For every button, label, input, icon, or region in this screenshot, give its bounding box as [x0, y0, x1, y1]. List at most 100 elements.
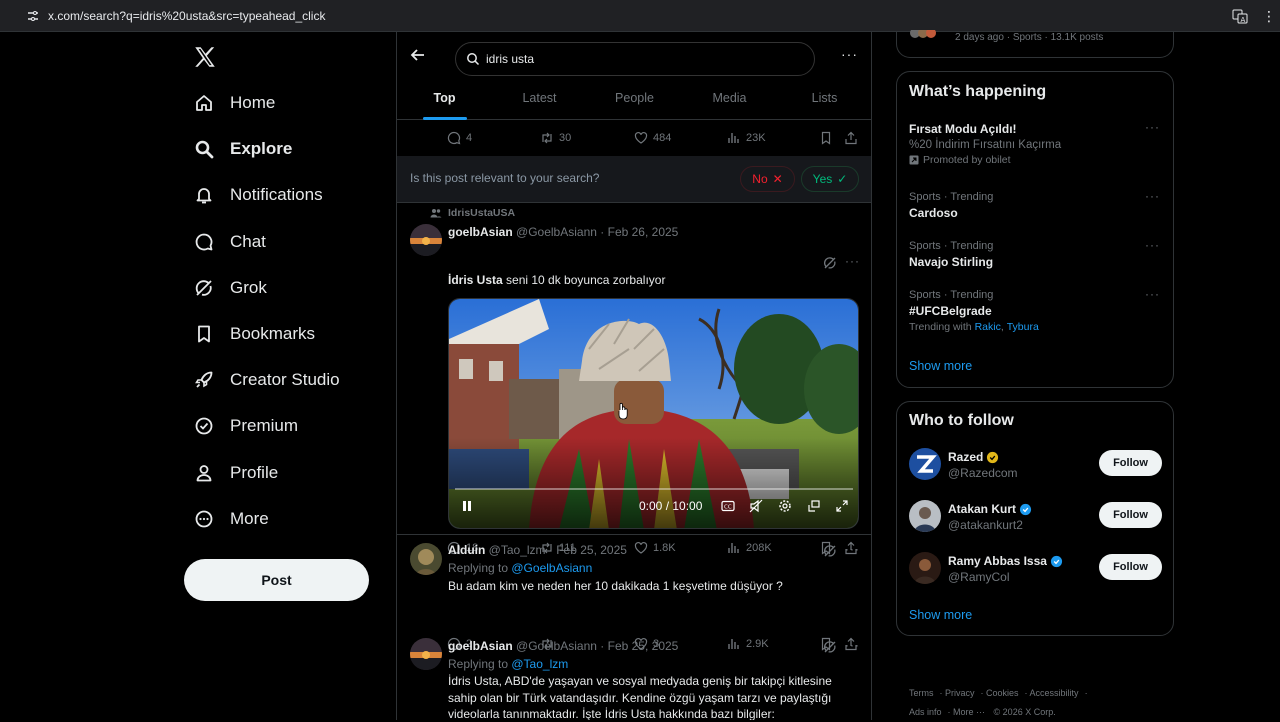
post-item[interactable]: IdrisUstaUSA goelbAsian @GoelbAsiann · F… — [397, 203, 871, 555]
site-settings-icon[interactable] — [26, 9, 40, 23]
author-name[interactable]: Alduin — [448, 543, 485, 557]
trending-with-link[interactable]: Tybura — [1007, 321, 1039, 333]
post-meta: Alduin @Tao_lzm · Feb 25, 2025 — [448, 543, 627, 557]
author-name[interactable]: goelbAsian — [448, 225, 513, 239]
post-item[interactable]: Alduin @Tao_lzm · Feb 25, 2025 ··· Reply… — [397, 535, 871, 651]
relevance-no-button[interactable]: No ✕ — [740, 166, 795, 192]
footer-link-cookies[interactable]: Cookies — [986, 688, 1019, 698]
nav-item-grok[interactable]: Grok — [184, 265, 384, 311]
author-handle[interactable]: @Tao_lzm — [489, 543, 546, 557]
footer-link-ads-info[interactable]: Ads info — [909, 707, 942, 717]
nav-item-premium[interactable]: Premium — [184, 403, 384, 449]
post-date[interactable]: · Feb 26, 2025 — [600, 225, 678, 239]
trend-more-icon[interactable]: ··· — [1145, 287, 1160, 301]
who-to-follow-panel: Who to follow Razed @Razedcom Follow Ata… — [896, 401, 1174, 636]
video-player[interactable]: 0:00 / 10:00 CC — [448, 298, 859, 529]
nav-item-bookmarks[interactable]: Bookmarks — [184, 311, 384, 357]
post-button[interactable]: Post — [184, 559, 369, 601]
pip-icon[interactable] — [807, 499, 821, 513]
author-name[interactable]: goelbAsian — [448, 639, 513, 653]
fullscreen-icon[interactable] — [835, 499, 849, 513]
trend-context: Sports · Trending — [909, 240, 994, 252]
mute-icon[interactable] — [749, 499, 763, 513]
grok-icon[interactable] — [823, 544, 837, 558]
grok-icon — [192, 276, 216, 300]
post-date[interactable]: · Feb 25, 2025 — [549, 543, 627, 557]
footer-link-more[interactable]: More ··· — [953, 707, 985, 717]
search-input[interactable] — [486, 52, 786, 66]
back-arrow-icon[interactable] — [409, 46, 427, 64]
relevance-yes-button[interactable]: Yes ✓ — [801, 166, 859, 192]
pause-icon[interactable] — [461, 500, 473, 512]
post-date[interactable]: · Feb 25, 2025 — [600, 639, 678, 653]
tab-media[interactable]: Media — [682, 82, 777, 120]
trend-more-icon[interactable]: ··· — [1145, 238, 1160, 252]
footer-link-accessibility[interactable]: Accessibility — [1030, 688, 1079, 698]
grok-icon[interactable] — [823, 640, 837, 654]
show-more-link[interactable]: Show more — [909, 608, 972, 622]
more-options-icon[interactable]: ··· — [841, 46, 858, 62]
post-context[interactable]: IdrisUstaUSA — [448, 207, 515, 219]
share-button[interactable] — [844, 131, 863, 145]
avatar[interactable] — [410, 543, 442, 575]
nav-item-home[interactable]: Home — [184, 80, 384, 126]
browser-menu-icon[interactable]: ⋮ — [1262, 8, 1276, 24]
nav-item-profile[interactable]: Profile — [184, 450, 384, 496]
replying-to-link[interactable]: @GoelbAsiann — [511, 561, 592, 575]
bookmark-button[interactable] — [819, 131, 838, 145]
trend-item[interactable]: Sports · Trending #UFCBelgrade Trending … — [909, 287, 1163, 333]
avatar[interactable] — [410, 638, 442, 670]
nav-item-more[interactable]: More — [184, 496, 384, 542]
show-more-link[interactable]: Show more — [909, 359, 972, 373]
post-more-icon[interactable]: ··· — [845, 638, 860, 652]
repost-button[interactable]: 30 — [540, 131, 571, 145]
trend-item[interactable]: Fırsat Modu Açıldı! %20 İndirim Fırsatın… — [909, 120, 1163, 166]
avatar[interactable] — [909, 500, 941, 532]
nav-item-creator-studio[interactable]: Creator Studio — [184, 357, 384, 403]
nav-item-chat[interactable]: Chat — [184, 219, 384, 265]
post-more-icon[interactable]: ··· — [845, 542, 860, 556]
grok-icon[interactable] — [823, 256, 837, 270]
author-handle[interactable]: @GoelbAsiann — [516, 639, 597, 653]
translate-icon[interactable]: A — [1232, 8, 1248, 24]
trend-item[interactable]: Sports · Trending Cardoso ··· — [909, 189, 1163, 220]
tab-top[interactable]: Top — [397, 82, 492, 120]
trend-card-cut: 2 days ago · Sports · 13.1K posts — [896, 30, 1174, 58]
trend-more-icon[interactable]: ··· — [1145, 189, 1160, 203]
follow-button[interactable]: Follow — [1099, 502, 1162, 528]
post-more-icon[interactable]: ··· — [845, 254, 860, 268]
relevance-question: Is this post relevant to your search? — [410, 171, 600, 185]
x-logo-icon[interactable] — [192, 44, 218, 70]
avatar[interactable] — [909, 552, 941, 584]
footer-link-privacy[interactable]: Privacy — [945, 688, 975, 698]
reply-button[interactable]: 4 — [447, 131, 472, 145]
tab-latest[interactable]: Latest — [492, 82, 587, 120]
follow-suggestion[interactable]: Razed @Razedcom Follow — [909, 448, 1163, 484]
author-handle[interactable]: @GoelbAsiann — [516, 225, 597, 239]
verified-blue-badge-icon — [1050, 555, 1063, 567]
follow-suggestion[interactable]: Atakan Kurt @atakankurt2 Follow — [909, 500, 1163, 536]
post-item[interactable]: goelbAsian @GoelbAsiann · Feb 25, 2025 ·… — [397, 629, 871, 720]
follow-button[interactable]: Follow — [1099, 450, 1162, 476]
nav-item-notifications[interactable]: Notifications — [184, 172, 384, 218]
trend-item[interactable]: Sports · Trending Navajo Stirling ··· — [909, 238, 1163, 269]
like-button[interactable]: 484 — [634, 131, 671, 145]
settings-gear-icon[interactable] — [778, 499, 792, 513]
post-text: İdris Usta, ABD'de yaşayan ve sosyal med… — [448, 674, 832, 720]
avatar[interactable] — [909, 448, 941, 480]
views-button[interactable]: 23K — [727, 131, 766, 145]
avatar[interactable] — [410, 224, 442, 256]
nav-item-explore[interactable]: Explore — [184, 126, 384, 172]
captions-icon[interactable]: CC — [721, 499, 735, 513]
tab-people[interactable]: People — [587, 82, 682, 120]
address-bar[interactable]: x.com/search?q=idris%20usta&src=typeahea… — [48, 9, 325, 23]
video-progress-bar[interactable] — [455, 488, 853, 490]
trending-with-link[interactable]: Rakic — [975, 321, 1001, 333]
replying-to-link[interactable]: @Tao_lzm — [511, 657, 568, 671]
trend-more-icon[interactable]: ··· — [1145, 120, 1160, 134]
follow-suggestion[interactable]: Ramy Abbas Issa @RamyCol Follow — [909, 552, 1163, 588]
browser-url-bar: x.com/search?q=idris%20usta&src=typeahea… — [0, 0, 1280, 32]
follow-button[interactable]: Follow — [1099, 554, 1162, 580]
tab-lists[interactable]: Lists — [777, 82, 871, 120]
footer-link-terms[interactable]: Terms — [909, 688, 934, 698]
